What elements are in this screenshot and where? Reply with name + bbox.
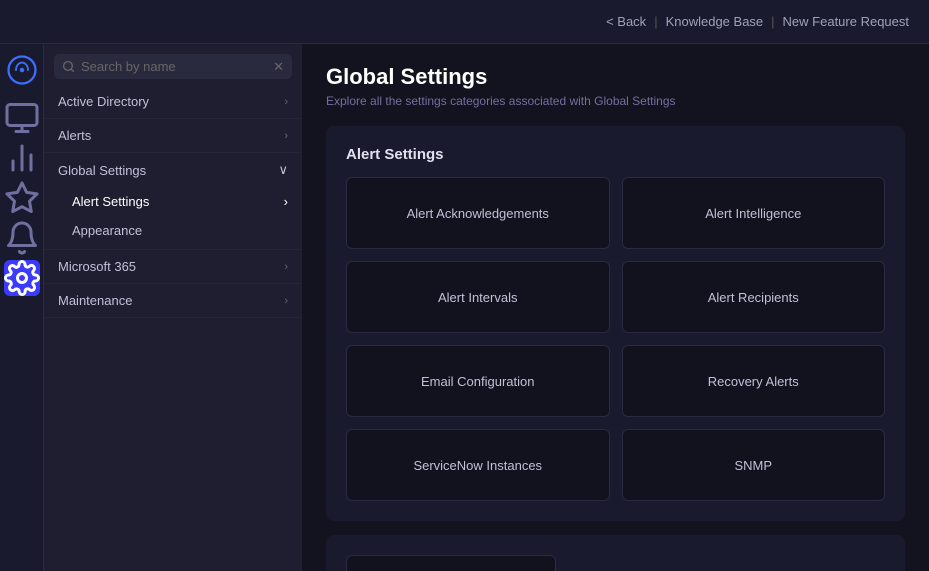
page-title: Global Settings [326,64,905,90]
appearance-card-grid: Appearance [346,555,885,571]
card-snmp[interactable]: SNMP [622,429,886,501]
sidebar-item-label: Microsoft 365 [58,259,136,274]
card-alert-intelligence[interactable]: Alert Intelligence [622,177,886,249]
card-servicenow-instances[interactable]: ServiceNow Instances [346,429,610,501]
sidebar-item-alerts[interactable]: Alerts › [44,119,302,153]
chevron-right-icon: › [284,261,288,273]
sidebar-item-label: Active Directory [58,94,149,109]
page-header: Global Settings Explore all the settings… [326,64,905,108]
chart-icon [4,140,40,176]
chevron-right-icon: › [284,295,288,307]
search-bar: ✕ [54,54,292,79]
knowledge-base-link[interactable]: Knowledge Base [666,14,764,29]
chevron-right-icon: › [284,130,288,142]
sidebar-sub-item-appearance[interactable]: Appearance [44,216,302,245]
sidebar-item-maintenance[interactable]: Maintenance › [44,284,302,318]
search-icon [62,60,75,73]
sidebar-section-global-settings: Global Settings ∨ Alert Settings › Appea… [44,153,302,250]
card-email-configuration[interactable]: Email Configuration [346,345,610,417]
sub-item-label: Alert Settings [72,194,149,209]
separator-2: | [771,14,774,29]
rail-item-monitor[interactable] [4,100,40,136]
separator-1: | [654,14,657,29]
sidebar-sub-item-alert-settings[interactable]: Alert Settings › [44,187,302,216]
logo [4,52,40,88]
content-area: Global Settings Explore all the settings… [302,44,929,571]
sidebar-item-label: Alerts [58,128,91,143]
settings-icon [4,260,40,296]
topbar: < Back | Knowledge Base | New Feature Re… [0,0,929,44]
back-link[interactable]: < Back [606,14,646,29]
sidebar-item-global-settings[interactable]: Global Settings ∨ [44,153,302,187]
main-layout: ✕ Active Directory › Alerts › Global Set… [0,44,929,571]
sidebar-sub-items: Alert Settings › Appearance [44,187,302,249]
alert-settings-section-title: Alert Settings [346,146,885,163]
sub-item-label: Appearance [72,223,142,238]
rail-item-chart[interactable] [4,140,40,176]
chevron-right-icon: › [284,96,288,108]
card-alert-recipients[interactable]: Alert Recipients [622,261,886,333]
chevron-right-icon: › [284,194,288,209]
card-recovery-alerts[interactable]: Recovery Alerts [622,345,886,417]
topbar-links: < Back | Knowledge Base | New Feature Re… [606,14,909,29]
sidebar-item-microsoft-365[interactable]: Microsoft 365 › [44,250,302,284]
search-input[interactable] [81,59,267,74]
search-clear-button[interactable]: ✕ [273,60,284,73]
rail-item-favorites[interactable] [4,180,40,216]
sidebar-item-active-directory[interactable]: Active Directory › [44,85,302,119]
page-subtitle: Explore all the settings categories asso… [326,94,905,108]
bell-icon [4,220,40,256]
star-icon [4,180,40,216]
sidebar-section-label: Global Settings [58,163,146,178]
sidebar-item-label: Maintenance [58,293,132,308]
monitor-icon [4,100,40,136]
appearance-section: Appearance [326,535,905,571]
card-alert-acknowledgements[interactable]: Alert Acknowledgements [346,177,610,249]
rail-item-settings[interactable] [4,260,40,296]
chevron-down-icon: ∨ [278,162,288,178]
card-alert-intervals[interactable]: Alert Intervals [346,261,610,333]
rail-item-notifications[interactable] [4,220,40,256]
icon-rail [0,44,44,571]
new-feature-link[interactable]: New Feature Request [783,14,909,29]
card-appearance[interactable]: Appearance [346,555,556,571]
alert-settings-card-grid: Alert Acknowledgements Alert Intelligenc… [346,177,885,501]
alert-settings-section: Alert Settings Alert Acknowledgements Al… [326,126,905,521]
sidebar: ✕ Active Directory › Alerts › Global Set… [44,44,302,571]
